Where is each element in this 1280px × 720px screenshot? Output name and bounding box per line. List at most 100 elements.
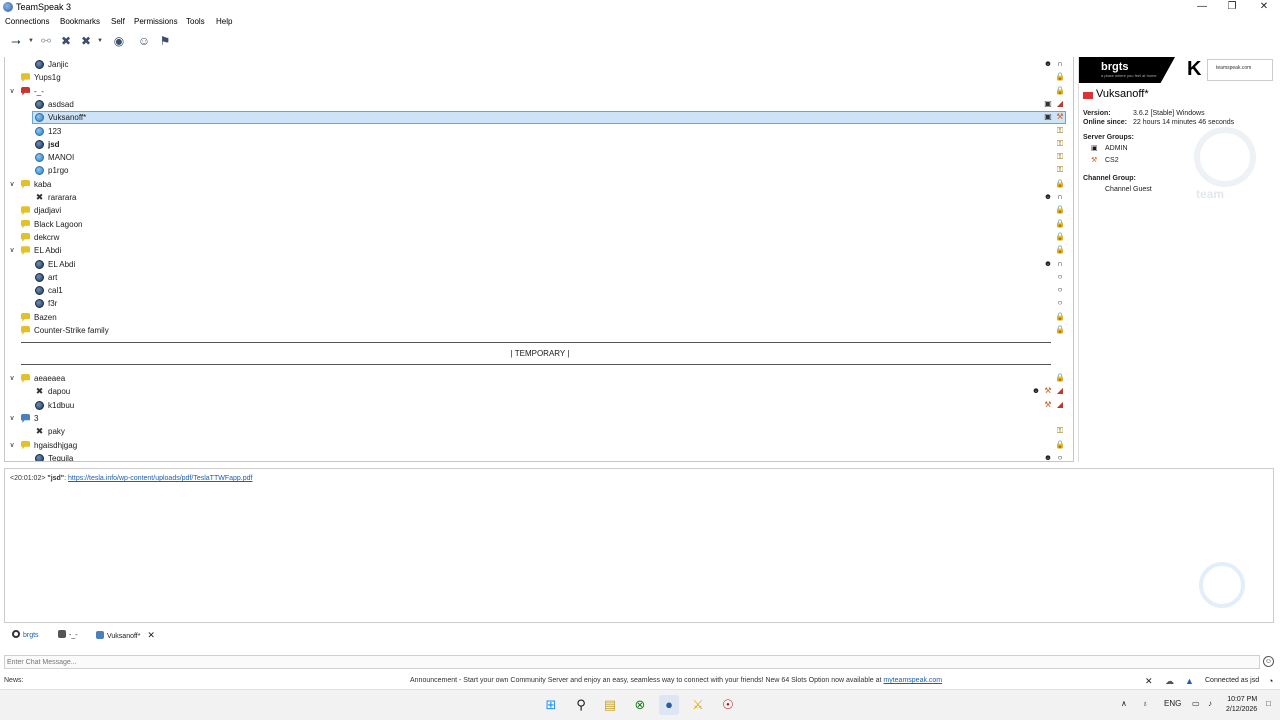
client-row[interactable]: cal1 ○ [5, 284, 1069, 297]
channel-name: Yups1g [34, 73, 61, 83]
channel-row[interactable]: ∨ hgaisdhjgag 🔒 [5, 439, 1069, 452]
tab-private-chat[interactable]: Vuksanoff* ✕ [96, 628, 155, 643]
maximize-button[interactable]: ❐ [1217, 0, 1247, 15]
mute-mic-icon[interactable]: ✖ [58, 33, 74, 49]
client-name: paky [48, 427, 65, 437]
chevron-down-icon[interactable]: ▼ [97, 38, 103, 44]
identity-icon[interactable]: ⚑ [157, 33, 173, 49]
channel-row[interactable]: djadjavi 🔒 [5, 204, 1069, 217]
client-row[interactable]: ✖ rararara ☻ ∩ [5, 191, 1069, 204]
channel-row[interactable]: ∨ aeaeaea 🔒 [5, 372, 1069, 385]
disconnect-icon[interactable]: ⚯ [38, 33, 54, 49]
server-banner[interactable]: brgts a place where you feel at home K te… [1079, 57, 1275, 83]
chevron-down-icon[interactable]: ∨ [8, 372, 16, 385]
client-name: jsd [48, 139, 60, 149]
tab-server[interactable]: brgts [12, 628, 39, 643]
menu-connections[interactable]: Connections [5, 17, 49, 26]
chevron-down-icon[interactable]: ∨ [8, 178, 16, 191]
client-status-icon [35, 166, 44, 176]
client-row[interactable]: Janjic ☻ ∩ [5, 58, 1069, 71]
channel-row[interactable]: Black Lagoon 🔒 [5, 218, 1069, 231]
menu-tools[interactable]: Tools [186, 17, 205, 26]
away-icon: ✖ [35, 192, 44, 202]
channel-name: EL Abdi [34, 246, 62, 256]
channel-name: kaba [34, 179, 52, 189]
menu-self[interactable]: Self [111, 17, 125, 26]
chevron-up-icon[interactable]: ∧ [1121, 699, 1127, 708]
chevron-down-icon[interactable]: ∨ [8, 85, 16, 98]
client-row[interactable]: ✖ paky ⚿ [5, 425, 1069, 438]
channel-row[interactable]: ∨ -_- 🔒 [5, 85, 1069, 98]
chat-link[interactable]: https://tesla.info/wp-content/uploads/pd… [68, 475, 252, 482]
client-row[interactable]: jsd ⚿ [5, 138, 1069, 151]
spacer-label[interactable]: | TEMPORARY | [5, 349, 1073, 358]
microphone-icon[interactable]: ♁ [1142, 699, 1148, 708]
client-row[interactable]: p1rgo ⚿ [5, 164, 1069, 177]
client-row[interactable]: MANOI ⚿ [5, 151, 1069, 164]
client-name: Vuksanoff* [1096, 88, 1149, 100]
minimize-button[interactable]: — [1187, 0, 1217, 15]
close-icon[interactable]: ✕ [147, 630, 155, 640]
chevron-down-icon[interactable]: ▼ [28, 38, 34, 44]
clock[interactable]: 10:07 PM 2/12/2026 [1226, 695, 1257, 715]
chevron-down-icon[interactable]: ∨ [8, 244, 16, 257]
mute-speaker-icon[interactable]: ✖ [78, 33, 94, 49]
away-icon: ✖ [35, 426, 44, 437]
connect-icon[interactable]: ⭢ [8, 33, 24, 49]
close-button[interactable]: ✕ [1249, 0, 1279, 15]
menu-bookmarks[interactable]: Bookmarks [60, 17, 100, 26]
teamspeak-icon[interactable]: ● [659, 695, 679, 715]
tab-channel[interactable]: -_- [58, 628, 78, 643]
client-row[interactable]: ✖ dapou ☻ ⚒ ◢ [5, 385, 1069, 398]
row-status-icons: ☻ ∩ [1043, 259, 1065, 269]
channel-icon [21, 86, 30, 96]
steam-icon[interactable]: ☉ [718, 695, 738, 715]
language-indicator[interactable]: ENG [1164, 699, 1181, 708]
channel-row[interactable]: ∨ kaba 🔒 [5, 178, 1069, 191]
chevron-down-icon[interactable]: ∨ [8, 412, 16, 425]
client-row[interactable]: asdsad ▣ ◢ [5, 98, 1069, 111]
chat-log[interactable]: <20:01:02> "jsd": https://tesla.info/wp-… [4, 468, 1274, 623]
channel-row[interactable]: Counter-Strike family 🔒 [5, 324, 1069, 337]
client-row[interactable]: Vuksanoff* ▣ ⚒ [5, 111, 1069, 125]
volume-icon[interactable]: ♪ [1208, 699, 1212, 708]
server-groups-label: Server Groups: [1083, 134, 1134, 141]
contacts-icon[interactable]: ☺ [136, 33, 152, 49]
chevron-down-icon[interactable]: ∨ [8, 439, 16, 452]
menu-permissions[interactable]: Permissions [134, 17, 178, 26]
file-explorer-icon[interactable]: ▤ [600, 695, 620, 715]
scrollbar[interactable] [1073, 315, 1074, 433]
channel-row[interactable]: Yups1g 🔒 [5, 71, 1069, 84]
client-row[interactable]: k1dbuu ⚒ ◢ [5, 399, 1069, 412]
client-row[interactable]: EL Abdi ☻ ∩ [5, 258, 1069, 271]
channel-row[interactable]: Bazen 🔒 [5, 311, 1069, 324]
search-icon[interactable]: ⚲ [571, 695, 591, 715]
counter-strike-icon[interactable]: ⚔ [688, 695, 708, 715]
channel-row[interactable]: ∨ 3 [5, 412, 1069, 425]
row-status-icons: 🔒 [1055, 179, 1065, 189]
client-status-icon [35, 60, 44, 69]
start-icon[interactable]: ⊞ [541, 695, 561, 715]
title-bar: TeamSpeak 3 — ❐ ✕ [0, 0, 1280, 15]
emoji-icon[interactable]: ☺ [1263, 656, 1274, 667]
client-row[interactable]: 123 ⚿ [5, 125, 1069, 138]
client-row[interactable]: Tequila ☻ ○ [5, 452, 1069, 461]
mic-muted-icon: ◢ [1056, 399, 1064, 409]
xbox-icon[interactable]: ⊗ [630, 695, 650, 715]
display-icon[interactable]: ▭ [1192, 699, 1200, 708]
channel-row[interactable]: ∨ EL Abdi 🔒 [5, 244, 1069, 257]
users-icon: ☻ [1043, 258, 1053, 268]
client-row[interactable]: art ○ [5, 271, 1069, 284]
announcement: Announcement - Start your own Community … [410, 677, 943, 684]
channel-tree[interactable]: Janjic ☻ ∩ Yups1g 🔒 ∨ -_- 🔒 asdsad ▣ ◢ Vuksanoff* ▣ ⚒… [4, 57, 1074, 462]
notification-icon[interactable]: □ [1266, 699, 1271, 708]
channel-row[interactable]: dekcrw 🔒 [5, 231, 1069, 244]
channel-icon [21, 413, 30, 423]
mic-muted-icon: ◢ [1056, 386, 1064, 396]
menu-help[interactable]: Help [216, 17, 232, 26]
close-icon[interactable]: ✕ [1145, 676, 1153, 687]
client-row[interactable]: f3r ○ [5, 297, 1069, 310]
chat-input[interactable] [4, 655, 1260, 669]
away-icon[interactable]: ◉ [111, 33, 127, 49]
announcement-link[interactable]: myteamspeak.com [883, 677, 942, 684]
